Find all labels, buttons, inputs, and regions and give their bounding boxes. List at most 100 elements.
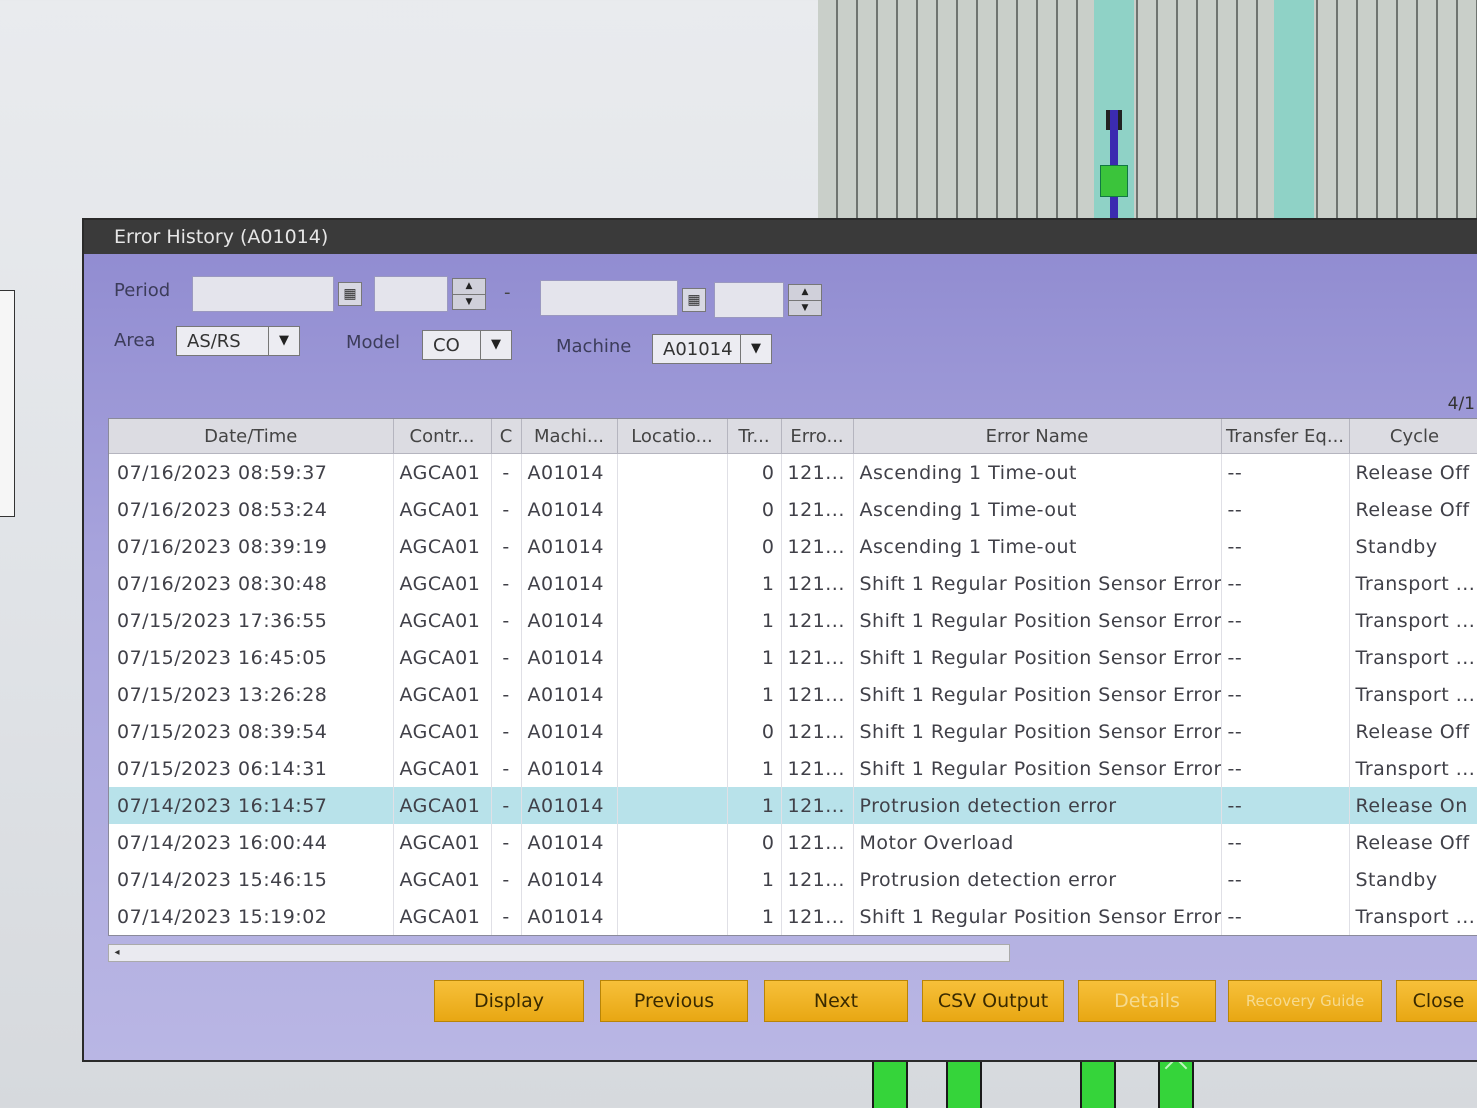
cell-error-code: 121... [781, 713, 854, 750]
calendar-icon[interactable]: ▦ [338, 282, 362, 306]
cell-controller: AGCA01 [393, 750, 492, 787]
table-row[interactable]: 07/14/2023 16:00:44 AGCA01- A01014 0 121... M… [109, 824, 1477, 861]
table-row[interactable]: 07/14/2023 15:19:02 AGCA01- A01014 1 121... S… [109, 898, 1477, 935]
period-start-time-field[interactable] [374, 276, 448, 312]
chevron-down-icon[interactable]: ▼ [740, 335, 771, 363]
cell-error-name: Shift 1 Regular Position Sensor Error [853, 713, 1222, 750]
cell-cycle: Release On [1349, 787, 1477, 824]
cell-cycle: Transport ... [1349, 898, 1477, 935]
column-header-error-name[interactable]: Error Name [853, 419, 1222, 454]
previous-button[interactable]: Previous [600, 980, 748, 1022]
chevron-down-icon[interactable]: ▼ [480, 331, 511, 359]
cell-date-time: 07/15/2023 16:45:05 [109, 639, 394, 676]
chevron-down-icon[interactable]: ▼ [268, 327, 299, 355]
cell-machine: A01014 [521, 824, 618, 861]
period-start-time-stepper[interactable]: ▲ ▼ [452, 278, 486, 310]
machine-select[interactable]: A01014 ▼ [652, 334, 772, 364]
cell-c: - [491, 491, 522, 528]
table-row[interactable]: 07/16/2023 08:39:19 AGCA01- A01014 0 121... A… [109, 528, 1477, 565]
cell-tr: 0 [727, 491, 782, 528]
recovery-guide-button[interactable]: Recovery Guide [1228, 980, 1382, 1022]
cell-date-time: 07/14/2023 15:19:02 [109, 898, 394, 935]
table-row[interactable]: 07/15/2023 17:36:55 AGCA01- A01014 1 121... S… [109, 602, 1477, 639]
column-header-c[interactable]: C [491, 419, 522, 454]
cell-controller: AGCA01 [393, 676, 492, 713]
cell-cycle: Release Off [1349, 453, 1477, 491]
cell-error-code: 121... [781, 453, 854, 491]
model-select[interactable]: CO ▼ [422, 330, 512, 360]
table-row[interactable]: 07/16/2023 08:59:37 AGCA01- A01014 0 121... A… [109, 453, 1477, 491]
cell-cycle: Standby [1349, 528, 1477, 565]
cell-error-name: Shift 1 Regular Position Sensor Error [853, 565, 1222, 602]
cell-tr: 1 [727, 898, 782, 935]
spin-down-icon[interactable]: ▼ [453, 294, 485, 310]
model-label: Model [346, 332, 401, 353]
cell-controller: AGCA01 [393, 602, 492, 639]
details-button[interactable]: Details [1078, 980, 1216, 1022]
period-end-time-field[interactable] [714, 282, 784, 318]
cell-location [617, 565, 728, 602]
table-row[interactable]: 07/15/2023 13:26:28 AGCA01- A01014 1 121... S… [109, 676, 1477, 713]
table-row[interactable]: 07/14/2023 16:14:57 AGCA01- A01014 1 121... P… [109, 787, 1477, 824]
spin-up-icon[interactable]: ▲ [789, 285, 821, 300]
csv-output-button[interactable]: CSV Output [922, 980, 1064, 1022]
table-row[interactable]: 07/15/2023 06:14:31 AGCA01- A01014 1 121... S… [109, 750, 1477, 787]
cell-tr: 0 [727, 713, 782, 750]
column-header-error-code[interactable]: Erro... [781, 419, 854, 454]
cell-transfer-eq: -- [1221, 898, 1350, 935]
cell-cycle: Release Off [1349, 713, 1477, 750]
cell-error-code: 121... [781, 824, 854, 861]
period-end-time-stepper[interactable]: ▲ ▼ [788, 284, 822, 316]
next-button[interactable]: Next [764, 980, 908, 1022]
column-header-location[interactable]: Locatio... [617, 419, 728, 454]
table-row[interactable]: 07/14/2023 15:46:15 AGCA01- A01014 1 121... P… [109, 861, 1477, 898]
horizontal-scrollbar[interactable]: ◂ [108, 944, 1010, 962]
machine-label: Machine [556, 336, 632, 357]
column-header-cycle[interactable]: Cycle [1349, 419, 1477, 454]
cell-location [617, 787, 728, 824]
table-row[interactable]: 07/16/2023 08:30:48 AGCA01- A01014 1 121... S… [109, 565, 1477, 602]
period-start-date-field[interactable] [192, 276, 334, 312]
cell-date-time: 07/16/2023 08:39:19 [109, 528, 394, 565]
close-button[interactable]: Close [1396, 980, 1477, 1022]
period-end-date-field[interactable] [540, 280, 678, 316]
cell-error-code: 121... [781, 491, 854, 528]
cell-error-code: 121... [781, 565, 854, 602]
display-button[interactable]: Display [434, 980, 584, 1022]
error-history-table: Date/Time Contr... C Machi... Locatio...… [108, 418, 1477, 936]
column-header-transfer-eq[interactable]: Transfer Eq... [1221, 419, 1350, 454]
cell-tr: 0 [727, 528, 782, 565]
cell-tr: 0 [727, 453, 782, 491]
column-header-controller[interactable]: Contr... [393, 419, 492, 454]
cell-machine: A01014 [521, 898, 618, 935]
cell-transfer-eq: -- [1221, 713, 1350, 750]
spin-up-icon[interactable]: ▲ [453, 279, 485, 294]
column-header-tr[interactable]: Tr... [727, 419, 782, 454]
cell-transfer-eq: -- [1221, 787, 1350, 824]
cell-error-code: 121... [781, 602, 854, 639]
area-select[interactable]: AS/RS ▼ [176, 326, 300, 356]
background-rack-map [818, 0, 1477, 240]
cell-error-name: Shift 1 Regular Position Sensor Error [853, 602, 1222, 639]
cell-location [617, 824, 728, 861]
scroll-left-icon[interactable]: ◂ [109, 945, 125, 961]
table-row[interactable]: 07/15/2023 08:39:54 AGCA01- A01014 0 121... S… [109, 713, 1477, 750]
table-row[interactable]: 07/15/2023 16:45:05 AGCA01- A01014 1 121... S… [109, 639, 1477, 676]
spin-down-icon[interactable]: ▼ [789, 300, 821, 316]
column-header-machine[interactable]: Machi... [521, 419, 618, 454]
window-title: Error History (A01014) [84, 220, 1477, 254]
column-header-date-time[interactable]: Date/Time [109, 419, 394, 454]
cell-date-time: 07/15/2023 06:14:31 [109, 750, 394, 787]
cell-error-name: Ascending 1 Time-out [853, 453, 1222, 491]
cell-transfer-eq: -- [1221, 824, 1350, 861]
cell-cycle: Release Off [1349, 824, 1477, 861]
table-row[interactable]: 07/16/2023 08:53:24 AGCA01- A01014 0 121... A… [109, 491, 1477, 528]
cell-date-time: 07/14/2023 15:46:15 [109, 861, 394, 898]
calendar-icon[interactable]: ▦ [682, 288, 706, 312]
model-value: CO [433, 335, 460, 356]
cell-machine: A01014 [521, 750, 618, 787]
cell-cycle: Transport ... [1349, 565, 1477, 602]
cell-c: - [491, 713, 522, 750]
cell-location [617, 676, 728, 713]
cell-machine: A01014 [521, 453, 618, 491]
